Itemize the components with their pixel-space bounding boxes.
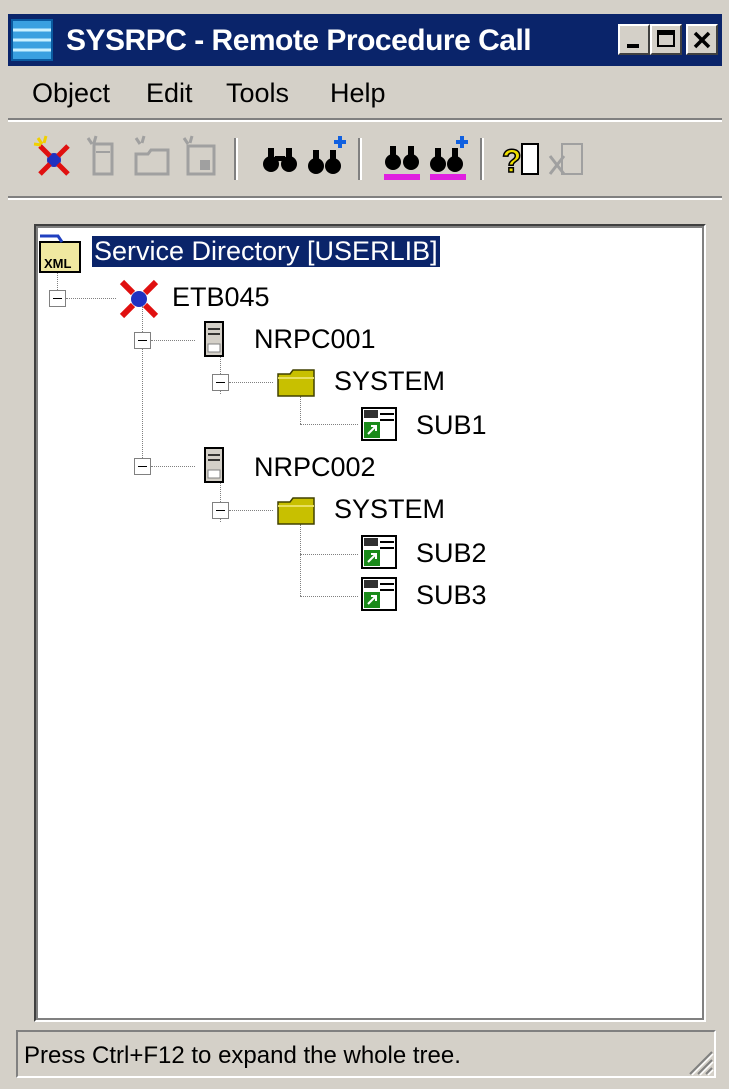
new-server-icon[interactable] [82,134,126,184]
tree-line [229,510,273,511]
menu-tools[interactable]: Tools [226,78,289,109]
new-subprogram-icon[interactable] [178,134,222,184]
tree-line [229,382,273,383]
collapse-toggle[interactable] [212,502,229,519]
collapse-toggle[interactable] [134,458,151,475]
delete-icon[interactable] [546,134,590,184]
tree-line [300,524,301,596]
help-icon[interactable]: ? [498,134,542,184]
svg-text:XML: XML [44,256,72,271]
app-icon [11,19,53,61]
tree-line [300,596,358,597]
toolbar: ? [20,134,722,188]
xml-directory-icon: XML [39,234,81,273]
tree-line [300,396,301,424]
sysrpc-window: SYSRPC - Remote Procedure Call Object Ed… [0,0,729,1089]
tree-line [300,554,358,555]
toolbar-bottom-separator [8,196,722,200]
subprogram-icon [361,577,397,611]
collapse-toggle[interactable] [212,374,229,391]
folder-icon [277,497,315,525]
status-text: Press Ctrl+F12 to expand the whole tree. [24,1042,461,1069]
menu-object[interactable]: Object [32,78,110,109]
service-directory-tree[interactable]: XML Service Directory [USERLIB] ETB045 N… [34,224,706,1022]
find-icon[interactable] [258,134,302,184]
status-bar: Press Ctrl+F12 to expand the whole tree. [16,1030,716,1078]
tree-node-system[interactable]: SYSTEM [334,494,445,525]
menu-help[interactable]: Help [330,78,386,109]
maximize-icon [657,30,675,47]
toolbar-separator [234,138,238,180]
broker-icon [119,279,159,319]
menu-edit[interactable]: Edit [146,78,193,109]
tree-line [300,424,358,425]
minimize-icon [627,44,639,48]
tree-node-sub3[interactable]: SUB3 [416,580,487,611]
minimize-button[interactable] [618,24,650,55]
tree-line [151,340,195,341]
toolbar-separator [480,138,484,180]
tree-line [66,298,116,299]
close-icon [693,31,711,49]
tree-line [151,466,195,467]
folder-icon [277,369,315,397]
subprogram-icon [361,535,397,569]
collapse-toggle[interactable] [134,332,151,349]
title-bar[interactable]: SYSRPC - Remote Procedure Call [8,14,722,66]
connect-node-icon[interactable] [32,134,76,184]
tree-node-nrpc002[interactable]: NRPC002 [254,452,376,483]
subprogram-icon [361,407,397,441]
tree-node-nrpc001[interactable]: NRPC001 [254,324,376,355]
svg-text:?: ? [502,143,522,179]
tree-line [142,306,143,466]
tree-node-sub1[interactable]: SUB1 [416,410,487,441]
toolbar-separator [358,138,362,180]
close-button[interactable] [686,24,718,55]
find-highlight-add-icon[interactable] [426,134,470,184]
menu-bar: Object Edit Tools Help [8,72,722,116]
collapse-toggle[interactable] [49,290,66,307]
window-title: SYSRPC - Remote Procedure Call [66,24,532,57]
tree-node-system[interactable]: SYSTEM [334,366,445,397]
new-library-icon[interactable] [130,134,174,184]
menu-separator [8,118,722,122]
tree-node-sub2[interactable]: SUB2 [416,538,487,569]
find-add-icon[interactable] [304,134,348,184]
server-icon [204,321,224,357]
tree-node-etb045[interactable]: ETB045 [172,282,270,313]
tree-root-label[interactable]: Service Directory [USERLIB] [91,235,441,268]
maximize-button[interactable] [650,24,682,55]
server-icon [204,447,224,483]
find-highlight-icon[interactable] [380,134,424,184]
resize-grip-icon[interactable] [686,1048,714,1076]
